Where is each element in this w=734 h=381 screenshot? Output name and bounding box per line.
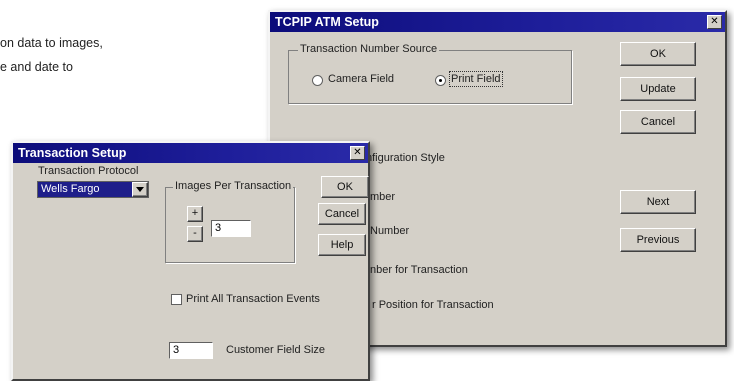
customer-field-size-label: Customer Field Size: [226, 344, 326, 356]
position-for-transaction-label: r Position for Transaction: [372, 299, 494, 311]
previous-button[interactable]: Previous: [620, 228, 696, 252]
camera-field-radio[interactable]: [312, 75, 323, 86]
dropdown-arrow-glyph: [136, 187, 144, 192]
customer-field-size-input[interactable]: 3: [169, 342, 213, 359]
number-for-transaction-label: nber for Transaction: [370, 264, 468, 276]
chevron-down-icon[interactable]: [132, 182, 148, 197]
print-field-radio[interactable]: [435, 75, 446, 86]
transaction-window-title: Transaction Setup: [18, 146, 127, 160]
tcpip-title-bar[interactable]: TCPIP ATM Setup ✕: [270, 12, 725, 32]
background-text-line-2: e and date to: [0, 60, 73, 74]
images-per-transaction-input[interactable]: 3: [211, 220, 251, 237]
close-icon[interactable]: ✕: [350, 146, 365, 160]
transaction-protocol-dropdown[interactable]: Wells Fargo: [37, 181, 149, 198]
ok-button[interactable]: OK: [321, 176, 369, 198]
increment-button[interactable]: +: [187, 206, 203, 222]
images-per-transaction-label: Images Per Transaction: [173, 180, 294, 192]
cancel-button[interactable]: Cancel: [318, 203, 366, 225]
print-field-label[interactable]: Print Field: [449, 71, 503, 87]
tcpip-window-title: TCPIP ATM Setup: [275, 15, 379, 29]
cancel-button[interactable]: Cancel: [620, 110, 696, 134]
print-all-transaction-events-checkbox[interactable]: [171, 294, 182, 305]
next-button[interactable]: Next: [620, 190, 696, 214]
configuration-style-label: nfiguration Style: [366, 152, 445, 164]
decrement-button[interactable]: -: [187, 226, 203, 242]
number-label: mber: [370, 191, 396, 203]
help-button[interactable]: Help: [318, 234, 366, 256]
transaction-setup-window: Transaction Setup ✕ Transaction Protocol…: [11, 141, 370, 381]
update-button[interactable]: Update: [620, 77, 696, 101]
print-all-transaction-events-label[interactable]: Print All Transaction Events: [186, 293, 320, 305]
close-icon[interactable]: ✕: [707, 15, 722, 29]
transaction-number-source-label: Transaction Number Source: [298, 43, 440, 55]
ok-button[interactable]: OK: [620, 42, 696, 66]
camera-field-label[interactable]: Camera Field: [328, 73, 394, 85]
background-text-line-1: on data to images,: [0, 36, 103, 50]
number-label-2: Number: [370, 225, 410, 237]
transaction-protocol-label: Transaction Protocol: [38, 165, 139, 177]
transaction-title-bar[interactable]: Transaction Setup ✕: [13, 143, 368, 163]
